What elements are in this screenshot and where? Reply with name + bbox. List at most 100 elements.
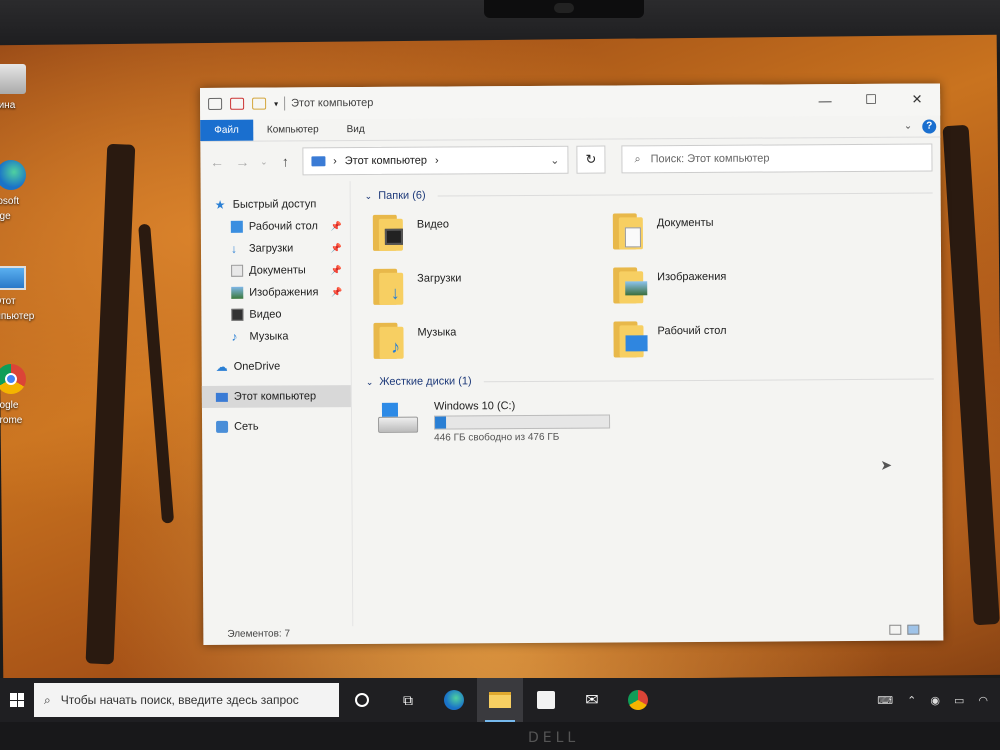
sidebar-item-documents[interactable]: Документы 📌 xyxy=(201,259,350,282)
show-hidden-icons-chevron-icon[interactable]: ⌃ xyxy=(907,694,916,707)
drive-usage-bar xyxy=(434,414,611,430)
pin-icon[interactable]: 📌 xyxy=(331,265,342,276)
forward-arrow-icon[interactable]: → xyxy=(234,154,251,170)
folder-desktop[interactable]: Рабочий стол xyxy=(613,318,853,361)
taskbar: ⌕ Чтобы начать поиск, введите здесь запр… xyxy=(0,678,1000,722)
search-placeholder: Поиск: Этот компьютер xyxy=(650,152,770,166)
folder-name: Музыка xyxy=(417,326,457,339)
window-body: ★ Быстрый доступ Рабочий стол 📌 ↓ Загруз… xyxy=(200,177,944,627)
videos-icon xyxy=(231,308,244,321)
desktop-icon-chrome[interactable]: oogle hrome xyxy=(0,364,42,428)
tab-view[interactable]: Вид xyxy=(333,119,379,140)
cortana-button[interactable] xyxy=(339,678,385,722)
meet-now-icon[interactable]: ◉ xyxy=(930,694,940,707)
up-arrow-icon[interactable]: ↑ xyxy=(277,153,294,169)
battery-icon[interactable]: ▭ xyxy=(954,694,964,707)
sidebar-item-label: Видео xyxy=(249,308,282,321)
network-icon xyxy=(216,420,229,433)
desktop-icon-recycle-bin[interactable]: зина xyxy=(0,64,42,113)
desktop-icon-edge[interactable]: rosoft dge xyxy=(0,160,42,224)
tab-computer[interactable]: Компьютер xyxy=(253,119,333,140)
expand-ribbon-icon[interactable]: ⌄ xyxy=(904,121,912,132)
desktop-folder-icon xyxy=(230,220,243,233)
desktop-icon-this-pc[interactable]: Этот мпьютер xyxy=(0,266,42,324)
sidebar-item-quick-access[interactable]: ★ Быстрый доступ xyxy=(201,193,350,216)
taskbar-search-box[interactable]: ⌕ Чтобы начать поиск, введите здесь запр… xyxy=(34,683,339,717)
group-title: Жесткие диски (1) xyxy=(379,375,472,388)
taskbar-chrome[interactable] xyxy=(615,678,661,722)
close-button[interactable]: ✕ xyxy=(894,83,940,115)
windows-logo-icon xyxy=(10,693,24,707)
search-input[interactable]: ⌕ Поиск: Этот компьютер xyxy=(621,143,933,174)
task-view-button[interactable]: ⧉ xyxy=(385,678,431,722)
sidebar-item-pictures[interactable]: Изображения 📌 xyxy=(201,281,350,304)
items-count: Элементов: 7 xyxy=(227,627,291,640)
help-icon[interactable]: ? xyxy=(922,119,937,134)
back-arrow-icon[interactable]: ← xyxy=(208,154,225,170)
taskbar-file-explorer[interactable] xyxy=(477,678,523,722)
title-bar[interactable]: ▾ Этот компьютер — ☐ ✕ xyxy=(200,83,941,120)
chrome-icon xyxy=(628,690,648,710)
folder-downloads[interactable]: ↓ Загрузки xyxy=(373,265,613,308)
pin-icon[interactable]: 📌 xyxy=(331,243,342,254)
start-button[interactable] xyxy=(0,678,34,722)
properties-icon[interactable] xyxy=(230,97,245,110)
ribbon-right: ⌄ ? xyxy=(904,115,941,136)
sidebar-item-onedrive[interactable]: ☁ OneDrive xyxy=(202,355,351,378)
pin-icon[interactable]: 📌 xyxy=(331,287,342,298)
sidebar-item-this-pc[interactable]: Этот компьютер xyxy=(201,385,351,408)
navigation-pane: ★ Быстрый доступ Рабочий стол 📌 ↓ Загруз… xyxy=(200,181,354,627)
edge-icon xyxy=(444,690,464,710)
folder-music[interactable]: ♪ Музыка xyxy=(373,319,613,362)
folder-name: Загрузки xyxy=(417,272,462,285)
taskbar-mail[interactable]: ✉ xyxy=(569,678,615,722)
maximize-button[interactable]: ☐ xyxy=(848,84,894,116)
downloads-folder-icon: ↓ xyxy=(373,267,409,307)
folder-name: Изображения xyxy=(657,270,727,284)
taskbar-edge[interactable] xyxy=(431,678,477,722)
file-explorer-window: ▾ Этот компьютер — ☐ ✕ Файл Компьютер Ви… xyxy=(200,83,944,645)
tab-file[interactable]: Файл xyxy=(200,119,253,141)
address-bar[interactable]: › Этот компьютер › ⌄ xyxy=(301,145,569,176)
pictures-folder-icon xyxy=(613,265,649,305)
breadcrumb-this-pc[interactable]: Этот компьютер xyxy=(345,155,427,168)
address-row: ← → ⌄ ↑ › Этот компьютер › ⌄ ↻ ⌕ Поиск: … xyxy=(200,137,940,182)
wifi-icon[interactable]: ◠ xyxy=(978,694,988,707)
details-view-icon[interactable] xyxy=(889,624,902,635)
drive-c[interactable]: Windows 10 (C:) 446 ГБ свободно из 476 Г… xyxy=(366,388,934,444)
sidebar-item-videos[interactable]: Видео xyxy=(201,303,350,326)
sidebar-item-label: Изображения xyxy=(249,286,319,299)
content-pane: ⌄ Папки (6) Видео Документы ↓ Загрузки И… xyxy=(351,177,944,626)
desktop-folder-icon xyxy=(613,319,649,359)
sidebar-item-music[interactable]: ♪ Музыка xyxy=(201,325,350,348)
refresh-button[interactable]: ↻ xyxy=(576,145,606,174)
search-icon: ⌕ xyxy=(634,152,641,165)
large-icons-view-icon[interactable] xyxy=(907,624,920,635)
quick-access-computer-icon[interactable] xyxy=(208,97,223,110)
folder-videos[interactable]: Видео xyxy=(372,211,613,254)
folder-documents[interactable]: Документы xyxy=(612,210,853,253)
pin-icon[interactable]: 📌 xyxy=(331,221,342,232)
sidebar-item-label: Музыка xyxy=(249,330,289,343)
customize-toolbar-icon[interactable]: ▾ xyxy=(274,99,278,108)
recent-locations-icon[interactable]: ⌄ xyxy=(259,156,269,167)
new-folder-icon[interactable] xyxy=(252,97,267,110)
taskbar-store[interactable] xyxy=(523,678,569,722)
sidebar-item-desktop[interactable]: Рабочий стол 📌 xyxy=(201,215,350,238)
desktop-icon-label: Этот мпьютер xyxy=(0,296,35,322)
minimize-button[interactable]: — xyxy=(802,84,848,116)
status-bar: Элементов: 7 xyxy=(203,618,943,645)
folder-pictures[interactable]: Изображения xyxy=(613,264,853,307)
sidebar-item-label: Быстрый доступ xyxy=(232,198,317,211)
address-dropdown-icon[interactable]: ⌄ xyxy=(550,153,559,166)
collapse-chevron-icon: ⌄ xyxy=(364,190,373,201)
keyboard-icon[interactable]: ⌨ xyxy=(877,694,893,707)
folder-name: Видео xyxy=(416,218,450,231)
sidebar-item-network[interactable]: Сеть xyxy=(202,415,351,438)
view-switcher xyxy=(889,624,920,635)
drive-name: Windows 10 (C:) xyxy=(433,400,516,413)
sidebar-item-label: OneDrive xyxy=(233,360,281,373)
desktop-icon-label: oogle hrome xyxy=(0,400,23,426)
mouse-cursor-icon: ➤ xyxy=(880,456,893,473)
sidebar-item-downloads[interactable]: ↓ Загрузки 📌 xyxy=(201,237,350,260)
